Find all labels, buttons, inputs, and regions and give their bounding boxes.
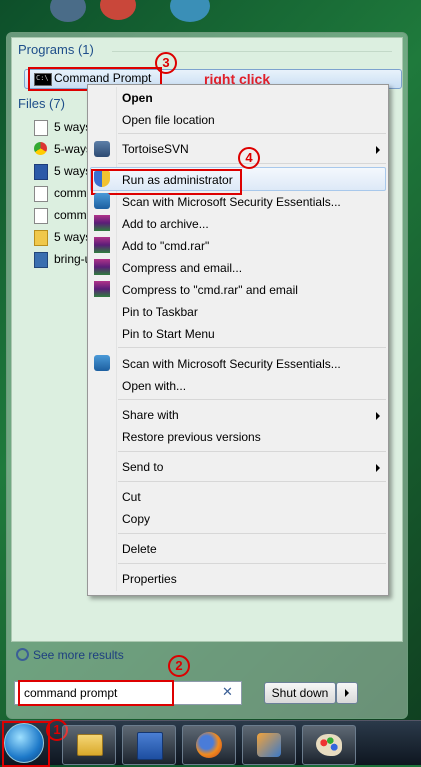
desktop-icon-partial [50, 0, 86, 22]
shutdown-options-button[interactable] [336, 682, 358, 704]
submenu-arrow-icon [376, 412, 380, 420]
winrar-icon [94, 237, 110, 253]
chevron-right-icon [345, 689, 349, 697]
menu-separator [118, 451, 386, 452]
folder-icon [34, 230, 48, 246]
annotation-step-4: 4 [238, 147, 260, 169]
menu-separator [118, 481, 386, 482]
text-file-icon [34, 120, 48, 136]
taskbar-paint[interactable] [302, 725, 356, 765]
taskbar-explorer[interactable] [62, 725, 116, 765]
menu-item-pin-to-taskbar[interactable]: Pin to Taskbar [122, 305, 198, 319]
submenu-arrow-icon [376, 146, 380, 154]
winrar-icon [94, 259, 110, 275]
menu-item-compress-and-email[interactable]: Compress and email... [122, 261, 242, 275]
desktop-icon-partial [170, 0, 210, 22]
menu-item-open-file-location[interactable]: Open file location [122, 113, 215, 127]
winrar-icon [94, 281, 110, 297]
taskbar-vmware[interactable] [242, 725, 296, 765]
taskbar: 1 [0, 719, 421, 767]
menu-separator [118, 533, 386, 534]
annotation-box-search [18, 680, 174, 706]
firefox-icon [196, 732, 222, 758]
menu-item-properties[interactable]: Properties [122, 572, 177, 586]
menu-item-send-to[interactable]: Send to [122, 460, 163, 474]
chrome-icon [34, 142, 47, 155]
paint-palette-icon [316, 734, 342, 756]
desktop-icon-partial [100, 0, 136, 20]
divider [112, 51, 392, 52]
menu-separator [118, 399, 386, 400]
folder-icon [77, 734, 103, 756]
menu-gutter [116, 87, 117, 591]
annotation-step-3: 3 [155, 52, 177, 74]
tortoisesvn-icon [94, 141, 110, 157]
menu-item-cut[interactable]: Cut [122, 490, 141, 504]
shortcut-file-icon [34, 186, 48, 202]
winrar-icon [94, 215, 110, 231]
menu-item-compress-to-cmd-rar-email[interactable]: Compress to "cmd.rar" and email [122, 283, 298, 297]
annotation-box-start [2, 721, 50, 767]
menu-item-scan-mse[interactable]: Scan with Microsoft Security Essentials.… [122, 195, 341, 209]
annotation-step-2: 2 [168, 655, 190, 677]
vmware-icon [257, 733, 281, 757]
image-file-icon [34, 252, 48, 268]
word-doc-icon [34, 164, 48, 180]
menu-item-scan-mse-2[interactable]: Scan with Microsoft Security Essentials.… [122, 357, 341, 371]
search-icon [16, 648, 29, 661]
files-header: Files (7) [18, 96, 65, 111]
text-file-icon [34, 208, 48, 224]
submenu-arrow-icon [376, 464, 380, 472]
security-essentials-icon [94, 193, 110, 209]
menu-item-add-to-archive[interactable]: Add to archive... [122, 217, 209, 231]
menu-separator [118, 347, 386, 348]
context-menu: Open Open file location TortoiseSVN Run … [87, 84, 389, 596]
menu-item-delete[interactable]: Delete [122, 542, 157, 556]
menu-item-tortoisesvn[interactable]: TortoiseSVN [122, 142, 189, 156]
menu-item-open-with[interactable]: Open with... [122, 379, 186, 393]
taskbar-firefox[interactable] [182, 725, 236, 765]
programs-header: Programs (1) [18, 42, 94, 57]
annotation-box-run-as-admin [91, 169, 242, 195]
shut-down-button[interactable]: Shut down [264, 682, 336, 704]
see-more-results-link[interactable]: See more results [16, 648, 124, 662]
clear-search-icon[interactable]: ✕ [222, 684, 233, 700]
menu-item-copy[interactable]: Copy [122, 512, 150, 526]
taskbar-word[interactable] [122, 725, 176, 765]
menu-item-open[interactable]: Open [122, 91, 153, 105]
menu-item-restore-previous-versions[interactable]: Restore previous versions [122, 430, 261, 444]
menu-item-share-with[interactable]: Share with [122, 408, 179, 422]
word-icon [137, 732, 163, 760]
menu-item-pin-to-start-menu[interactable]: Pin to Start Menu [122, 327, 215, 341]
menu-separator [118, 563, 386, 564]
menu-separator [118, 133, 386, 134]
desktop-background [0, 0, 421, 36]
security-essentials-icon [94, 355, 110, 371]
menu-item-add-to-cmd-rar[interactable]: Add to "cmd.rar" [122, 239, 209, 253]
